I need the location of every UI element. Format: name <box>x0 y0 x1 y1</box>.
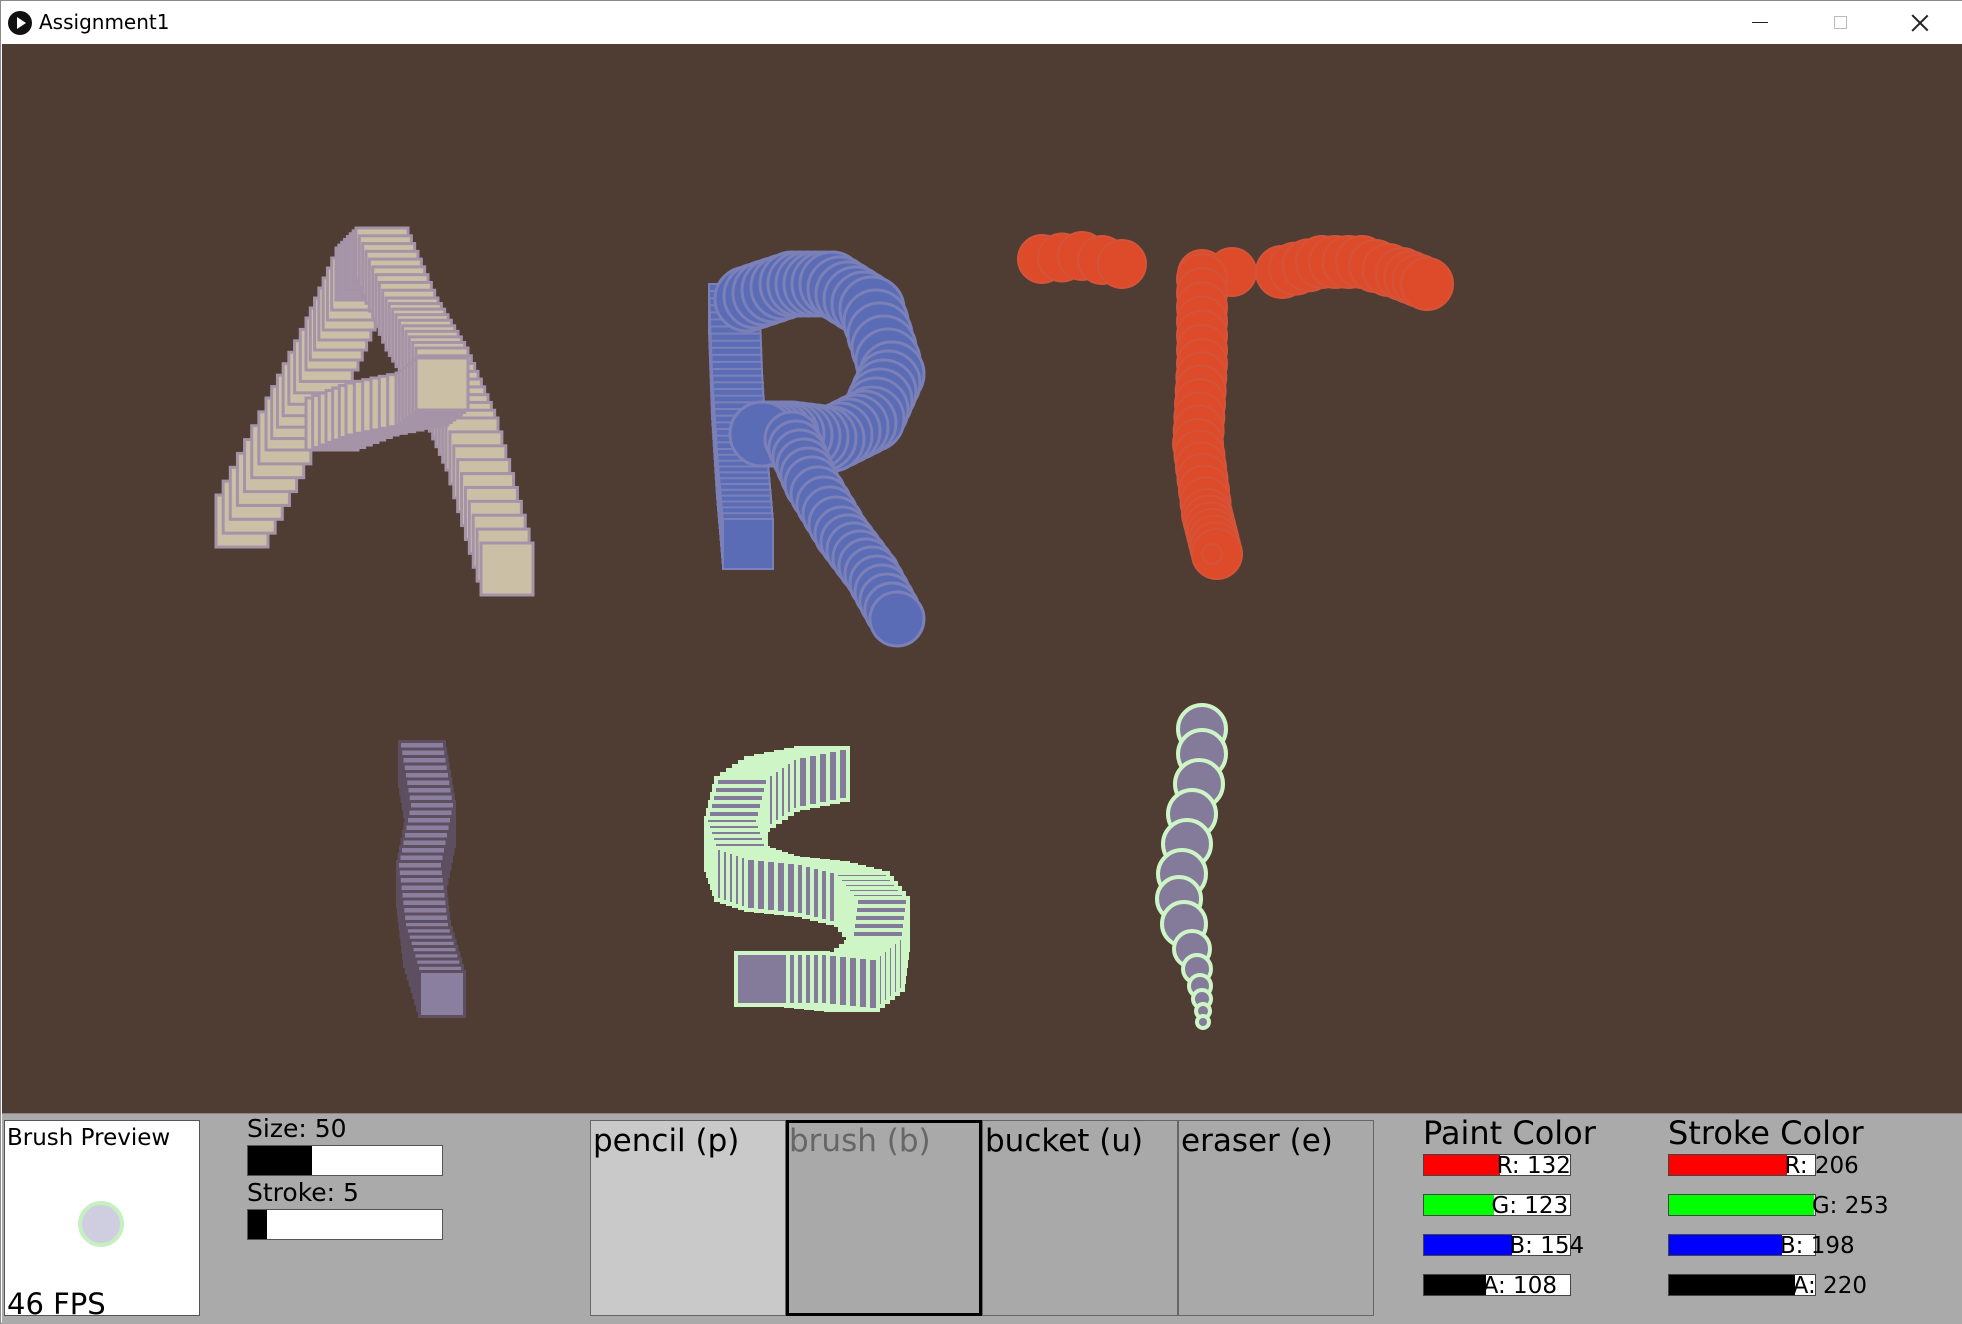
stroke-red-label: R: 206 <box>1784 1153 1859 1179</box>
brush-preview-label: Brush Preview <box>7 1125 171 1151</box>
fps-counter: 46 FPS <box>7 1287 106 1321</box>
stroke-blue-label: B: 198 <box>1779 1233 1855 1259</box>
paint-alpha-fill <box>1424 1275 1486 1295</box>
paint-alpha-slider[interactable]: A: 108 <box>1423 1273 1571 1299</box>
stroke-alpha-label: A: 220 <box>1792 1273 1867 1299</box>
stroke-blue-slider[interactable]: B: 198 <box>1668 1234 1855 1258</box>
processing-app-icon <box>8 11 32 35</box>
paint-red-fill <box>1424 1155 1500 1175</box>
window-title: Assignment1 <box>39 10 170 34</box>
stroke-slider[interactable] <box>247 1209 443 1240</box>
paint-red-label: R: 132 <box>1496 1153 1571 1179</box>
tool-brush-label: brush (b) <box>789 1123 931 1159</box>
paint-green-fill <box>1424 1195 1495 1215</box>
stroke-red-fill <box>1669 1155 1787 1175</box>
paint-blue-label: B: 154 <box>1509 1233 1585 1259</box>
painting-surface[interactable] <box>2 44 1962 1113</box>
brush-preview: Brush Preview 46 FPS <box>4 1120 200 1321</box>
tool-bucket-button[interactable]: bucket (u) <box>982 1120 1178 1316</box>
maximize-icon <box>1833 16 1847 29</box>
brush-preview-dot <box>78 1201 124 1247</box>
paint-color-title: Paint Color <box>1423 1114 1596 1152</box>
stroke-slider-fill <box>248 1210 268 1239</box>
stroke-green-slider[interactable]: G: 253 <box>1668 1194 1889 1218</box>
stroke-alpha-slider[interactable]: A: 220 <box>1668 1274 1867 1298</box>
minimize-button[interactable] <box>1720 1 1800 44</box>
title-bar[interactable]: Assignment1 <box>1 1 1962 44</box>
stroke-label: Stroke: 5 <box>247 1178 359 1207</box>
app-window: Assignment1 Brush Preview 46 FPS Size: 5… <box>0 0 1962 1324</box>
minimize-icon <box>1752 21 1768 24</box>
drawing-canvas[interactable] <box>2 44 1962 1113</box>
tool-brush-button[interactable]: brush (b) <box>786 1120 982 1316</box>
paint-green-label: G: 123 <box>1491 1193 1569 1219</box>
paint-alpha-label: A: 108 <box>1482 1273 1557 1299</box>
tool-eraser-label: eraser (e) <box>1181 1123 1333 1159</box>
paint-green-slider[interactable]: G: 123 <box>1423 1193 1571 1219</box>
canvas-background <box>2 44 1962 1113</box>
paint-blue-slider[interactable]: B: 154 <box>1423 1234 1584 1258</box>
stroke-green-label: G: 253 <box>1811 1193 1889 1219</box>
maximize-button[interactable] <box>1800 1 1880 44</box>
size-label: Size: 50 <box>247 1114 347 1143</box>
tool-eraser-button[interactable]: eraser (e) <box>1178 1120 1374 1316</box>
size-slider-fill <box>248 1146 313 1175</box>
stroke-red-slider[interactable]: R: 206 <box>1668 1154 1859 1178</box>
stroke-green-fill <box>1669 1195 1814 1215</box>
paint-blue-fill <box>1424 1235 1513 1255</box>
close-button[interactable] <box>1880 1 1960 44</box>
stroke-color-title: Stroke Color <box>1668 1114 1864 1152</box>
tool-panel: Brush Preview 46 FPS Size: 50 Stroke: 5 … <box>2 1113 1962 1324</box>
tool-bucket-label: bucket (u) <box>985 1123 1144 1159</box>
stroke-alpha-fill <box>1669 1275 1795 1295</box>
size-slider[interactable] <box>247 1145 443 1176</box>
paint-red-slider[interactable]: R: 132 <box>1423 1153 1571 1179</box>
tool-pencil-button[interactable]: pencil (p) <box>590 1120 786 1316</box>
stroke-blue-fill <box>1669 1235 1783 1255</box>
close-icon <box>1911 14 1929 32</box>
tool-pencil-label: pencil (p) <box>593 1123 740 1159</box>
